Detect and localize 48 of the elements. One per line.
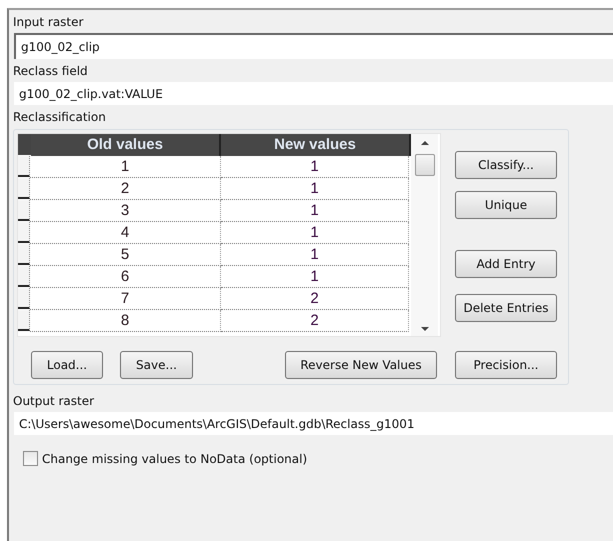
scrollbar[interactable] xyxy=(411,134,438,336)
action-button[interactable]: Add Entry xyxy=(455,250,557,278)
row-header[interactable] xyxy=(18,200,30,221)
action-button[interactable]: Delete Entries xyxy=(455,294,557,322)
input-field[interactable]: C:\Users\awesome\Documents\ArcGIS\Default.gdb\Reclass_g1001 xyxy=(14,412,613,435)
table-cell: 3 xyxy=(30,200,221,222)
column-header[interactable]: Old values xyxy=(31,134,221,156)
row-header[interactable] xyxy=(18,156,30,177)
input-field[interactable]: g100_02_clip xyxy=(14,33,613,59)
action-button[interactable]: Unique xyxy=(455,191,557,219)
scroll-up-icon[interactable] xyxy=(420,140,430,146)
row-header[interactable] xyxy=(18,178,30,199)
row-header[interactable] xyxy=(18,288,30,309)
input-field[interactable]: g100_02_clip.vat:VALUE xyxy=(14,82,613,105)
action-button[interactable]: Save... xyxy=(120,351,193,379)
row-header[interactable] xyxy=(18,266,30,287)
table-cell: 2 xyxy=(221,288,409,310)
table-cell: 8 xyxy=(30,310,221,332)
table-cell: 2 xyxy=(30,178,221,200)
column-header[interactable]: New values xyxy=(221,134,411,156)
checkbox[interactable] xyxy=(23,451,38,466)
row-header[interactable] xyxy=(18,310,30,331)
action-button[interactable]: Load... xyxy=(31,351,103,379)
field-label: Reclass field xyxy=(13,63,88,80)
table-cell: 1 xyxy=(30,156,221,178)
table-cell: 6 xyxy=(30,266,221,288)
field-label: Output raster xyxy=(13,393,94,410)
action-button[interactable]: Precision... xyxy=(455,351,557,379)
row-header[interactable] xyxy=(18,244,30,265)
scroll-down-icon[interactable] xyxy=(420,326,430,332)
table-cell: 1 xyxy=(221,266,409,288)
table-cell: 1 xyxy=(221,178,409,200)
table-cell: 2 xyxy=(221,310,409,332)
table-cell: 1 xyxy=(221,156,409,178)
table-cell: 5 xyxy=(30,244,221,266)
row-header[interactable] xyxy=(18,222,30,243)
action-button[interactable]: Classify... xyxy=(455,151,557,179)
scroll-thumb[interactable] xyxy=(414,154,434,176)
table-cell: 1 xyxy=(221,244,409,266)
action-button[interactable]: Reverse New Values xyxy=(285,351,437,379)
checkbox-label[interactable]: Change missing values to NoData (optional) xyxy=(42,452,308,466)
table-cell: 1 xyxy=(221,222,409,244)
row-header xyxy=(18,134,31,155)
table-cell: 4 xyxy=(30,222,221,244)
table-cell: 7 xyxy=(30,288,221,310)
field-label: Input raster xyxy=(13,14,84,31)
table-cell: 1 xyxy=(221,200,409,222)
group-label: Reclassification xyxy=(13,109,106,126)
